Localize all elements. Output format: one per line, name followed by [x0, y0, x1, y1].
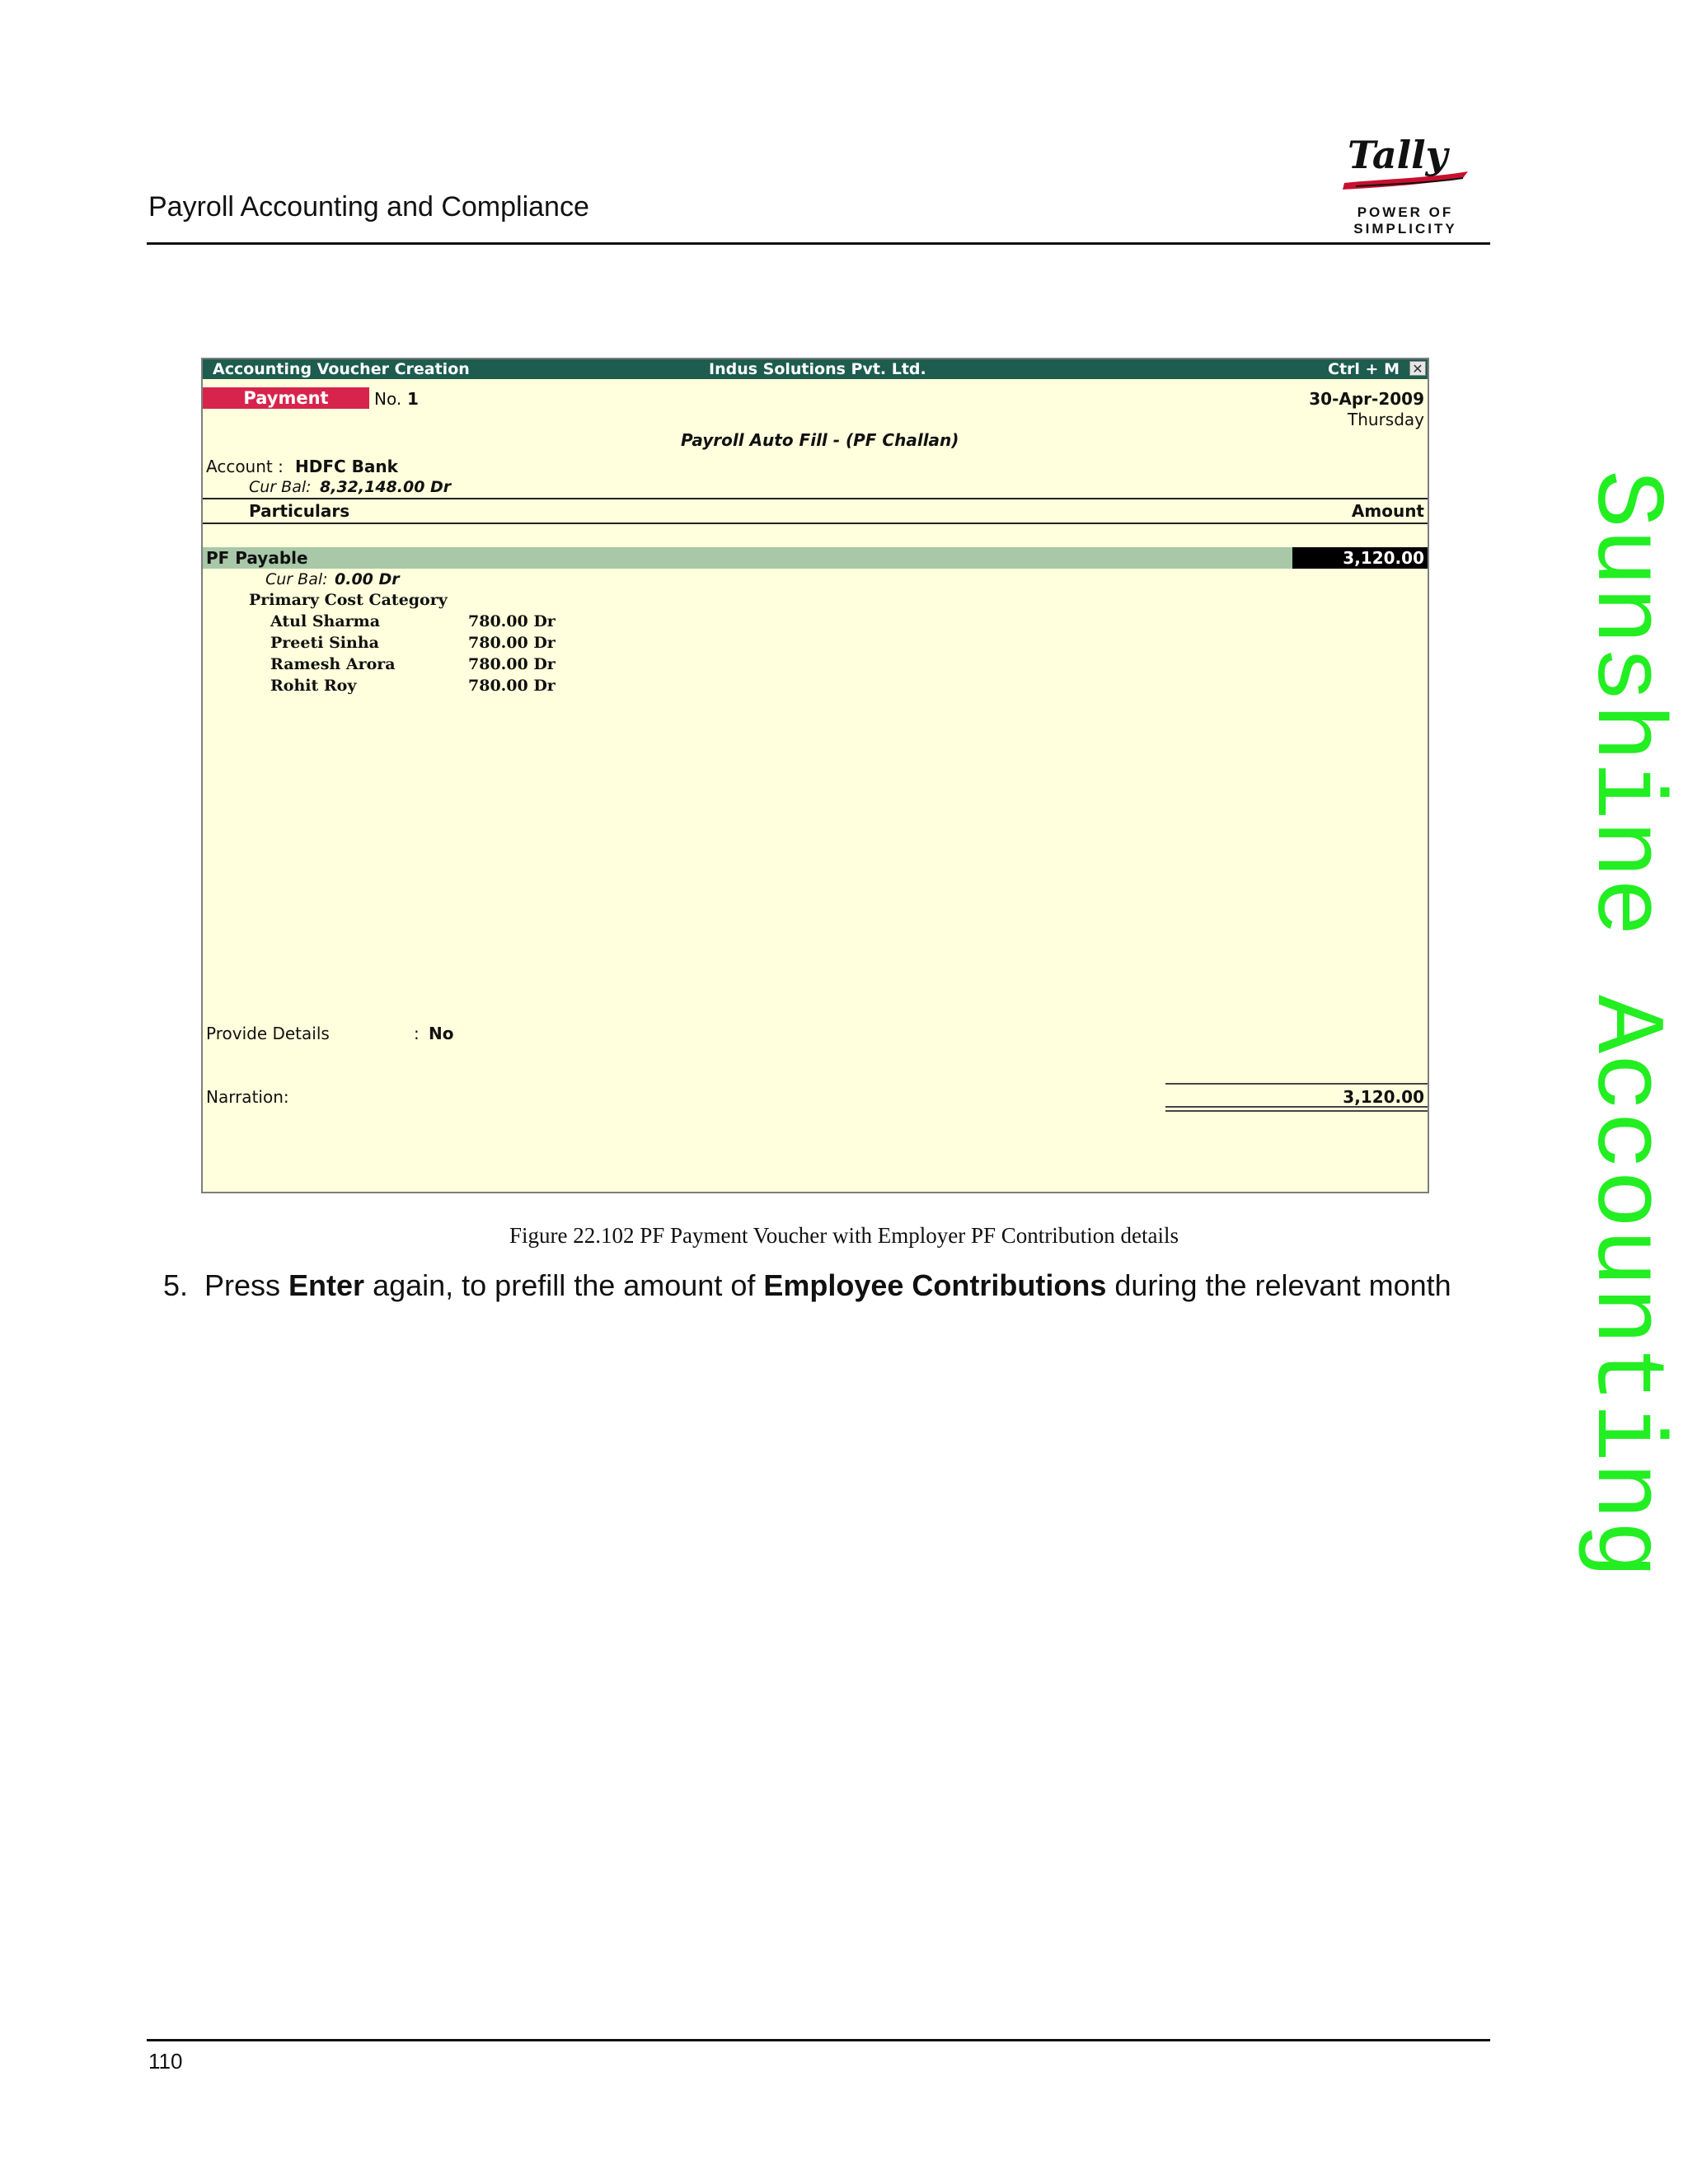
- column-particulars: Particulars: [249, 501, 350, 521]
- ledger-amount[interactable]: 3,120.00: [1292, 547, 1428, 569]
- total-bottom-rule: [1165, 1110, 1428, 1112]
- close-icon[interactable]: ✕: [1409, 361, 1426, 377]
- allocation-name[interactable]: Rohit Roy: [270, 677, 356, 695]
- voucher-type-badge[interactable]: Payment: [203, 387, 369, 409]
- account-label: Account :: [206, 457, 284, 476]
- title-bar-company-name: Indus Solutions Pvt. Ltd.: [709, 360, 926, 378]
- allocation-amount[interactable]: 780.00 Dr: [468, 612, 556, 630]
- page-number: 110: [148, 2049, 183, 2074]
- cost-category[interactable]: Primary Cost Category: [249, 591, 448, 609]
- figure-caption: Figure 22.102 PF Payment Voucher with Em…: [509, 1223, 1179, 1248]
- allocation-name[interactable]: Preeti Sinha: [270, 634, 379, 652]
- voucher-total: 3,120.00: [1343, 1087, 1424, 1107]
- footer-rule: [147, 2039, 1490, 2041]
- step-text: Press Enter again, to prefill the amount…: [204, 1268, 1451, 1302]
- tally-logo-text: Tally: [1348, 133, 1451, 177]
- voucher-no-label: No.: [374, 389, 402, 409]
- ledger-name[interactable]: PF Payable: [206, 548, 308, 568]
- allocation-name[interactable]: Ramesh Arora: [270, 655, 396, 673]
- account-cur-bal-label: Cur Bal:: [249, 478, 312, 496]
- voucher-mode: Payroll Auto Fill - (PF Challan): [681, 430, 959, 450]
- ledger-row-selected[interactable]: [203, 547, 1428, 569]
- narration-label[interactable]: Narration:: [206, 1087, 289, 1107]
- page-header-title: Payroll Accounting and Compliance: [148, 191, 589, 223]
- total-top-rule: [1165, 1083, 1428, 1085]
- provide-details-value[interactable]: No: [429, 1024, 453, 1043]
- title-bar-shortcut: Ctrl + M: [1328, 360, 1400, 378]
- step-number: 5.: [163, 1268, 189, 1302]
- allocation-name[interactable]: Atul Sharma: [270, 612, 380, 630]
- allocation-amount[interactable]: 780.00 Dr: [468, 677, 556, 695]
- total-bottom-rule: [1165, 1106, 1428, 1108]
- table-header-bottom-rule: [203, 523, 1428, 524]
- allocation-amount[interactable]: 780.00 Dr: [468, 634, 556, 652]
- allocation-amount[interactable]: 780.00 Dr: [468, 655, 556, 673]
- provide-details-label: Provide Details: [206, 1024, 330, 1043]
- voucher-no[interactable]: 1: [407, 389, 419, 409]
- column-amount: Amount: [1351, 501, 1424, 521]
- voucher-screenshot: Accounting Voucher Creation Indus Soluti…: [201, 358, 1429, 1193]
- title-bar: Accounting Voucher Creation Indus Soluti…: [203, 359, 1428, 379]
- step-keyword-employee-contributions: Employee Contributions: [763, 1268, 1107, 1302]
- account-name[interactable]: HDFC Bank: [295, 457, 398, 476]
- tally-logo-tagline: POWER OF SIMPLICITY: [1353, 204, 1457, 237]
- account-cur-bal: 8,32,148.00 Dr: [320, 478, 452, 496]
- ledger-cur-bal: 0.00 Dr: [335, 570, 400, 588]
- step-keyword-enter: Enter: [288, 1268, 365, 1302]
- tally-logo: Tally POWER OF SIMPLICITY: [1306, 132, 1504, 237]
- watermark: Sunshine Accounting: [1569, 470, 1679, 1579]
- voucher-day: Thursday: [1348, 410, 1424, 429]
- provide-details-separator: :: [414, 1024, 420, 1043]
- table-header-top-rule: [203, 498, 1428, 499]
- header-rule: [147, 242, 1490, 245]
- title-bar-screen-name: Accounting Voucher Creation: [213, 360, 470, 378]
- voucher-date[interactable]: 30-Apr-2009: [1309, 389, 1424, 409]
- tally-logo-wordmark: Tally: [1343, 133, 1468, 190]
- ledger-cur-bal-label: Cur Bal:: [265, 570, 328, 588]
